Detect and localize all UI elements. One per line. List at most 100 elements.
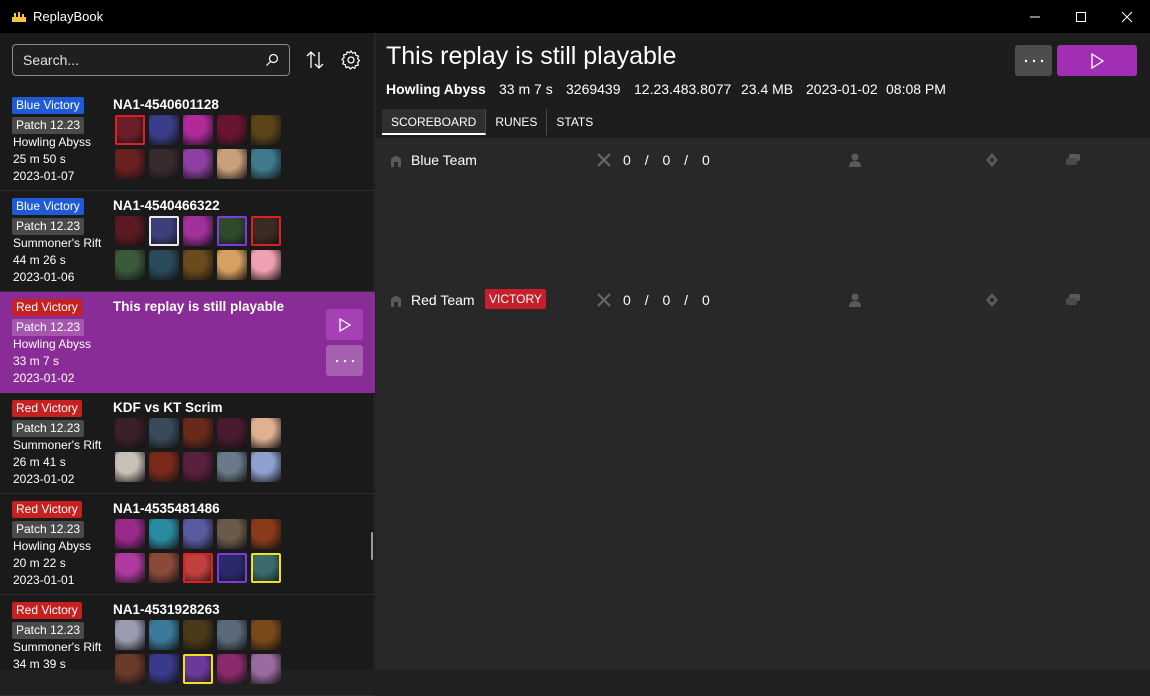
map-name: Howling Abyss xyxy=(386,81,486,97)
game-date: 2023-01-06 xyxy=(13,270,75,284)
patch-badge: Patch 12.23 xyxy=(12,622,85,639)
close-icon xyxy=(1121,11,1133,22)
map-name: Summoner's Rift xyxy=(13,438,102,452)
search-box[interactable] xyxy=(12,44,290,76)
more-options-button[interactable] xyxy=(326,345,363,376)
assists-value: 0 xyxy=(701,292,710,308)
more-icon xyxy=(1024,59,1043,62)
champion-portrait xyxy=(251,452,281,482)
replay-list-item[interactable]: Blue Victory Patch 12.23 Howling Abyss 25 m… xyxy=(0,90,375,191)
champion-portrait xyxy=(251,620,281,650)
champion-portrait xyxy=(149,452,179,482)
game-duration: 25 m 50 s xyxy=(13,152,66,166)
champion-portrait xyxy=(217,553,247,583)
replay-name: NA1-4540466322 xyxy=(113,198,220,213)
maximize-button[interactable] xyxy=(1058,0,1104,33)
replay-list-item[interactable]: Red Victory Patch 12.23 Summoner's Rift 26 … xyxy=(0,393,375,494)
game-duration: 26 m 41 s xyxy=(13,455,66,469)
replay-name: This replay is still playable xyxy=(113,299,285,314)
settings-button[interactable] xyxy=(337,46,365,74)
champion-portrait xyxy=(183,250,213,280)
result-badge: Red Victory xyxy=(12,400,82,417)
replay-name: KDF vs KT Scrim xyxy=(113,400,223,415)
minimize-icon xyxy=(1030,16,1040,17)
close-button[interactable] xyxy=(1104,0,1150,33)
kills-value: 0 xyxy=(623,152,631,168)
sort-button[interactable] xyxy=(301,46,329,74)
champion-portrait xyxy=(183,654,213,684)
kda-separator: / xyxy=(684,152,689,168)
detail-tabs: SCOREBOARD RUNES STATS xyxy=(382,109,602,137)
kda-separator: / xyxy=(644,152,649,168)
champion-portrait xyxy=(217,654,247,684)
champion-portrait xyxy=(115,620,145,650)
game-version: 12.23.483.8077 xyxy=(634,81,732,97)
game-duration: 34 m 39 s xyxy=(13,657,66,671)
settings-icon xyxy=(341,50,361,70)
champion-portrait xyxy=(183,553,213,583)
map-name: Summoner's Rift xyxy=(13,640,102,654)
sort-icon xyxy=(306,51,324,69)
game-duration: 20 m 22 s xyxy=(13,556,66,570)
champion-portrait xyxy=(115,654,145,684)
champion-portrait xyxy=(251,115,281,145)
tab-runes[interactable]: RUNES xyxy=(486,109,548,135)
team-kda: 0 / 0 / 0 xyxy=(623,152,710,168)
tab-stats[interactable]: STATS xyxy=(547,109,602,135)
play-replay-button[interactable] xyxy=(326,309,363,340)
app-title: ReplayBook xyxy=(33,9,104,24)
replay-list-item[interactable]: Red Victory Patch 12.23 Summoner's Rift 34 … xyxy=(0,595,375,696)
search-input[interactable] xyxy=(23,52,253,68)
result-badge: Red Victory xyxy=(12,602,82,619)
gold-icon xyxy=(986,153,998,167)
helmet-icon xyxy=(391,296,401,307)
result-badge: Red Victory xyxy=(12,501,82,518)
person-icon xyxy=(849,293,861,307)
patch-badge: Patch 12.23 xyxy=(12,218,85,235)
person-icon xyxy=(849,153,861,167)
champion-portrait xyxy=(149,553,179,583)
game-duration: 33 m 7 s xyxy=(13,354,60,368)
champion-portrait xyxy=(115,149,145,179)
champion-portrait xyxy=(115,519,145,549)
tab-scoreboard[interactable]: SCOREBOARD xyxy=(382,109,487,135)
replay-name: NA1-4535481486 xyxy=(113,501,220,516)
champion-portrait xyxy=(115,115,145,145)
play-replay-button[interactable] xyxy=(1057,45,1137,76)
more-icon xyxy=(335,359,354,362)
game-date: 2023-01-01 xyxy=(13,573,75,587)
champion-portrait xyxy=(183,216,213,246)
stack-icon xyxy=(1066,154,1080,165)
replay-detail-pane: This replay is still playable Howling Ab… xyxy=(376,33,1150,670)
replay-list-item[interactable]: Blue Victory Patch 12.23 Summoner's Rift 44… xyxy=(0,191,375,292)
champion-portrait xyxy=(149,519,179,549)
game-time: 08:08 PM xyxy=(886,81,946,97)
more-options-button[interactable] xyxy=(1015,45,1052,76)
kills-value: 0 xyxy=(623,292,631,308)
map-name: Summoner's Rift xyxy=(13,236,102,250)
champion-portrait xyxy=(251,553,281,583)
minimize-button[interactable] xyxy=(1012,0,1058,33)
replay-title: This replay is still playable xyxy=(386,42,677,70)
game-id: 3269439 xyxy=(566,81,621,97)
kda-separator: / xyxy=(644,292,649,308)
replay-list-item[interactable]: Red Victory Patch 12.23 Howling Abyss 33 m … xyxy=(0,292,375,393)
champion-portrait xyxy=(183,519,213,549)
play-icon xyxy=(338,317,351,332)
gold-icon xyxy=(986,293,998,307)
team-name: Red Team xyxy=(411,292,475,308)
assists-value: 0 xyxy=(701,152,710,168)
crossed-swords-icon xyxy=(597,293,611,307)
crossed-swords-icon xyxy=(597,153,611,167)
map-name: Howling Abyss xyxy=(13,337,92,351)
champion-portrait xyxy=(115,418,145,448)
replay-list-item[interactable]: Red Victory Patch 12.23 Howling Abyss 20 m … xyxy=(0,494,375,595)
kda-separator: / xyxy=(684,292,689,308)
champion-portrait xyxy=(149,620,179,650)
search-icon[interactable] xyxy=(265,53,279,67)
champion-portrait xyxy=(183,418,213,448)
maximize-icon xyxy=(1076,11,1086,22)
title-bar: ReplayBook xyxy=(0,0,1150,33)
deaths-value: 0 xyxy=(662,292,671,308)
scrollbar-thumb[interactable] xyxy=(371,532,373,560)
